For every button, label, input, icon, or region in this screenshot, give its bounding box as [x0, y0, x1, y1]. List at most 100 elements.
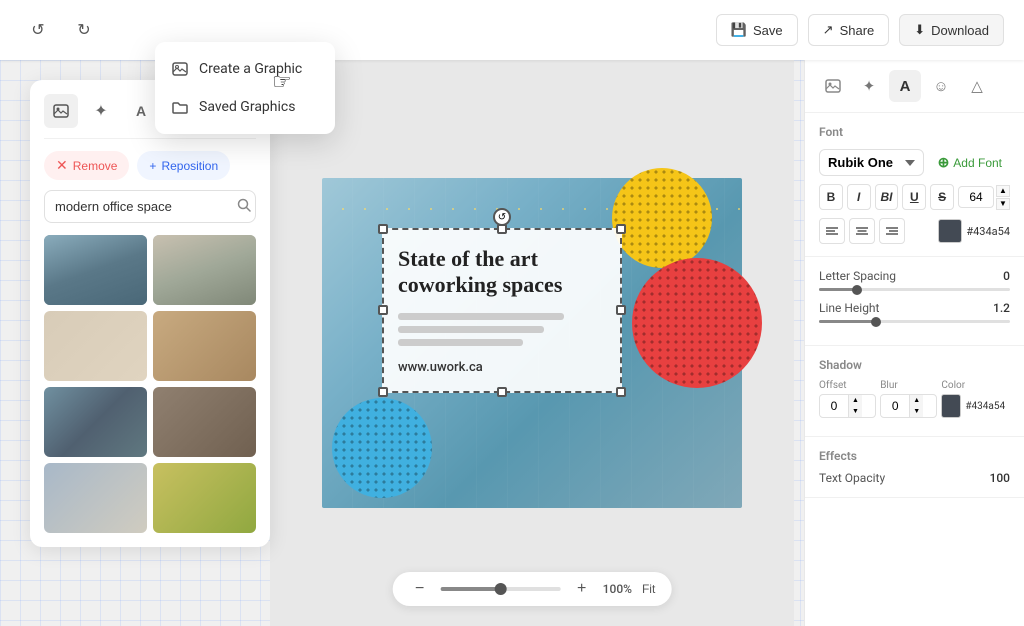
saved-graphics-item[interactable]: Saved Graphics — [155, 88, 335, 126]
remove-label: Remove — [73, 159, 118, 173]
add-font-button[interactable]: ⊕ Add Font — [930, 149, 1010, 176]
red-circle — [632, 258, 762, 388]
resize-handle-tl[interactable] — [378, 224, 388, 234]
resize-handle-ml[interactable] — [378, 305, 388, 315]
letter-spacing-track[interactable] — [819, 288, 1010, 291]
shadow-blur-up[interactable]: ▲ — [909, 395, 923, 406]
save-button[interactable]: 💾 Save — [716, 14, 798, 46]
undo-button[interactable]: ↺ — [20, 12, 56, 48]
text-opacity-label: Text Opacity — [819, 471, 990, 485]
canvas-textbox[interactable]: ↺ State of the art coworking spaces www.… — [382, 228, 622, 393]
download-button[interactable]: ⬇ Download — [899, 14, 1004, 46]
rp-emoji-tool[interactable]: ☺ — [925, 70, 957, 102]
create-graphic-item[interactable]: Create a Graphic — [155, 50, 335, 88]
create-graphic-label: Create a Graphic — [199, 61, 302, 77]
resize-handle-mr[interactable] — [616, 305, 626, 315]
image-thumb[interactable] — [44, 463, 147, 533]
align-center-button[interactable] — [849, 218, 875, 244]
fit-button[interactable]: Fit — [642, 582, 655, 596]
effects-section: Effects Text Opacity 100 — [805, 437, 1024, 498]
format-row: B I BI U S 64 ▲ ▼ — [819, 184, 1010, 210]
font-row: Rubik One ⊕ Add Font — [819, 149, 1010, 176]
blur-col-label: Blur — [880, 380, 937, 391]
image-thumb[interactable] — [153, 387, 256, 457]
zoom-fill — [441, 587, 501, 591]
shadow-offset-up[interactable]: ▲ — [848, 395, 862, 406]
right-panel-toolbar: ✦ A ☺ △ — [805, 60, 1024, 113]
redo-button[interactable]: ↻ — [66, 12, 102, 48]
font-section: Font Rubik One ⊕ Add Font B I BI U S 64 … — [805, 113, 1024, 257]
resize-handle-mt[interactable] — [497, 224, 507, 234]
image-thumb[interactable] — [44, 387, 147, 457]
align-right-button[interactable] — [879, 218, 905, 244]
align-left-button[interactable] — [819, 218, 845, 244]
zoom-in-button[interactable]: + — [571, 578, 593, 600]
image-thumb[interactable] — [44, 235, 147, 305]
image-thumb[interactable] — [153, 463, 256, 533]
canvas-text-main: State of the art coworking spaces — [398, 246, 606, 299]
shadow-blur-input[interactable] — [881, 396, 909, 416]
align-row: #434a54 — [819, 218, 1010, 244]
canvas-text-url: www.uwork.ca — [398, 360, 606, 375]
color-swatch[interactable]: #434a54 — [938, 219, 1010, 243]
right-panel: ✦ A ☺ △ Font Rubik One ⊕ Add Font B I BI… — [804, 60, 1024, 626]
bold-italic-button[interactable]: BI — [875, 184, 899, 210]
rp-image-tool[interactable] — [817, 70, 849, 102]
text-opacity-value: 100 — [990, 471, 1010, 485]
font-size-down[interactable]: ▼ — [996, 198, 1010, 210]
rp-text-tool[interactable]: A — [889, 70, 921, 102]
font-select[interactable]: Rubik One — [819, 149, 924, 176]
share-button[interactable]: ↗ Share — [808, 14, 890, 46]
rp-shape-tool[interactable]: △ — [961, 70, 993, 102]
line-height-thumb — [871, 317, 881, 327]
line-height-row: Line Height 1.2 — [819, 301, 1010, 315]
folder-icon — [171, 98, 189, 116]
shadow-blur-control: ▲ ▼ — [880, 394, 937, 418]
underline-button[interactable]: U — [902, 184, 926, 210]
rp-wand-tool[interactable]: ✦ — [853, 70, 885, 102]
resize-handle-bl[interactable] — [378, 387, 388, 397]
text-opacity-row: Text Opacity 100 — [819, 471, 1010, 485]
italic-button[interactable]: I — [847, 184, 871, 210]
shadow-section: Shadow Offset ▲ ▼ Blur ▲ ▼ — [805, 346, 1024, 437]
line-height-label: Line Height — [819, 301, 980, 315]
zoom-out-button[interactable]: − — [409, 578, 431, 600]
letter-spacing-section: Letter Spacing 0 Line Height 1.2 — [805, 257, 1024, 346]
color-box — [938, 219, 962, 243]
reposition-icon: + — [149, 159, 156, 173]
font-size-up[interactable]: ▲ — [996, 185, 1010, 197]
image-thumb[interactable] — [153, 311, 256, 381]
canvas-area: ↺ State of the art coworking spaces www.… — [270, 60, 794, 626]
panel-text-tool[interactable]: A — [124, 94, 158, 128]
shadow-blur-down[interactable]: ▼ — [909, 406, 923, 417]
saved-graphics-label: Saved Graphics — [199, 99, 295, 115]
remove-button[interactable]: ✕ Remove — [44, 151, 129, 180]
save-label: Save — [753, 23, 783, 38]
shadow-color-label: #434a54 — [965, 401, 1005, 412]
line-height-track[interactable] — [819, 320, 1010, 323]
image-thumb[interactable] — [153, 235, 256, 305]
bold-button[interactable]: B — [819, 184, 843, 210]
panel-image-tool[interactable] — [44, 94, 78, 128]
resize-handle-mb[interactable] — [497, 387, 507, 397]
image-thumb[interactable] — [44, 311, 147, 381]
search-input[interactable] — [55, 199, 231, 214]
reposition-button[interactable]: + Reposition — [137, 151, 230, 180]
shadow-offset-input[interactable] — [820, 396, 848, 416]
canvas-wrapper: ↺ State of the art coworking spaces www.… — [322, 178, 742, 508]
zoom-thumb — [495, 583, 507, 595]
strike-button[interactable]: S — [930, 184, 954, 210]
resize-handle-br[interactable] — [616, 387, 626, 397]
share-label: Share — [840, 23, 875, 38]
zoom-track[interactable] — [441, 587, 561, 591]
panel-star-tool[interactable]: ✦ — [84, 94, 118, 128]
yellow-circle — [612, 168, 712, 268]
search-row — [44, 190, 256, 223]
font-size-input[interactable]: 64 — [958, 186, 994, 208]
shadow-offset-down[interactable]: ▼ — [848, 406, 862, 417]
shadow-color-control[interactable]: #434a54 — [941, 394, 1010, 418]
resize-handle-tr[interactable] — [616, 224, 626, 234]
offset-col-label: Offset — [819, 380, 876, 391]
text-line-1 — [398, 313, 564, 320]
reposition-label: Reposition — [161, 159, 218, 173]
